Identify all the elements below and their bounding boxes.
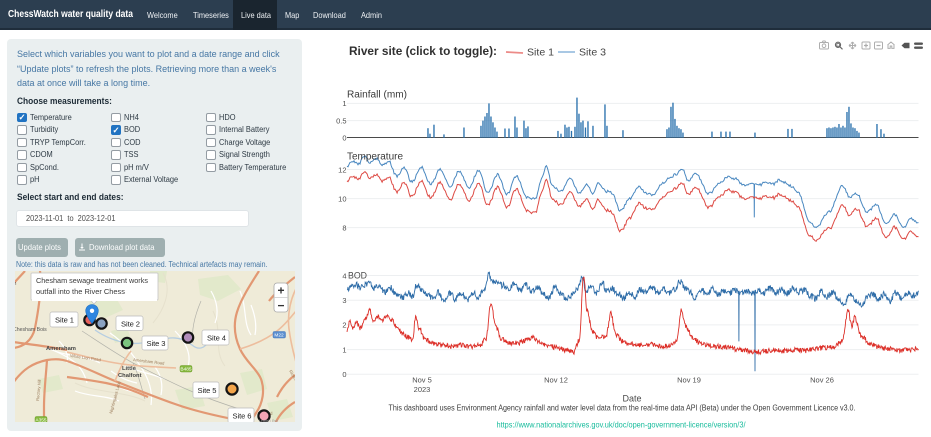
svg-text:Chesham sewage treatment works: Chesham sewage treatment works (36, 276, 148, 285)
svg-text:3: 3 (342, 296, 346, 305)
svg-text:A355: A355 (35, 418, 47, 423)
svg-text:−: − (277, 299, 284, 313)
svg-text:1: 1 (342, 99, 346, 108)
svg-text:Site 2: Site 2 (121, 320, 140, 329)
svg-text:Chesham Bois: Chesham Bois (15, 327, 47, 333)
svg-text:Amersham: Amersham (46, 346, 76, 352)
svg-text:Nov 5: Nov 5 (412, 376, 432, 385)
svg-text:Site 4: Site 4 (207, 334, 226, 343)
svg-text:Nov 19: Nov 19 (677, 376, 701, 385)
svg-text:2: 2 (342, 321, 346, 330)
svg-text:2023: 2023 (414, 385, 431, 394)
svg-text:0: 0 (342, 134, 346, 143)
svg-text:Temperature: Temperature (347, 152, 403, 163)
svg-text:Site 1: Site 1 (55, 316, 74, 325)
svg-text:Site 1: Site 1 (527, 48, 554, 59)
svg-text:0.5: 0.5 (336, 116, 346, 125)
svg-text:0: 0 (342, 370, 346, 379)
svg-text:Leaflet | Esri: Leaflet | Esri (259, 419, 278, 422)
svg-text:th: th (15, 281, 16, 287)
svg-text:8: 8 (342, 223, 346, 232)
svg-text:Site 6: Site 6 (233, 412, 252, 421)
svg-text:Site 5: Site 5 (198, 386, 217, 395)
svg-text:https://www.nationalarchives.g: https://www.nationalarchives.gov.uk/doc/… (497, 421, 747, 430)
svg-text:12: 12 (338, 165, 346, 174)
svg-text:Little: Little (122, 366, 137, 372)
svg-text:Nov 26: Nov 26 (810, 376, 834, 385)
svg-text:Rainfall (mm): Rainfall (mm) (347, 90, 407, 101)
svg-text:Site 3: Site 3 (579, 48, 606, 59)
svg-text:4: 4 (342, 271, 346, 280)
svg-text:B485: B485 (180, 367, 192, 373)
svg-text:Date: Date (622, 394, 641, 404)
svg-text:BOD: BOD (348, 271, 367, 282)
svg-text:1: 1 (342, 345, 346, 354)
svg-text:Site 3: Site 3 (147, 339, 166, 348)
svg-text:+: + (277, 284, 284, 298)
svg-text:10: 10 (338, 194, 346, 203)
svg-text:Chalfont: Chalfont (118, 373, 142, 379)
svg-text:River site (click to toggle):: River site (click to toggle): (349, 44, 497, 58)
svg-text:M22: M22 (274, 333, 284, 339)
svg-text:This dashboard uses Environmen: This dashboard uses Environment Agency r… (389, 404, 856, 413)
svg-text:outfall into the River Chess: outfall into the River Chess (36, 287, 125, 296)
svg-text:Nov 12: Nov 12 (544, 376, 568, 385)
